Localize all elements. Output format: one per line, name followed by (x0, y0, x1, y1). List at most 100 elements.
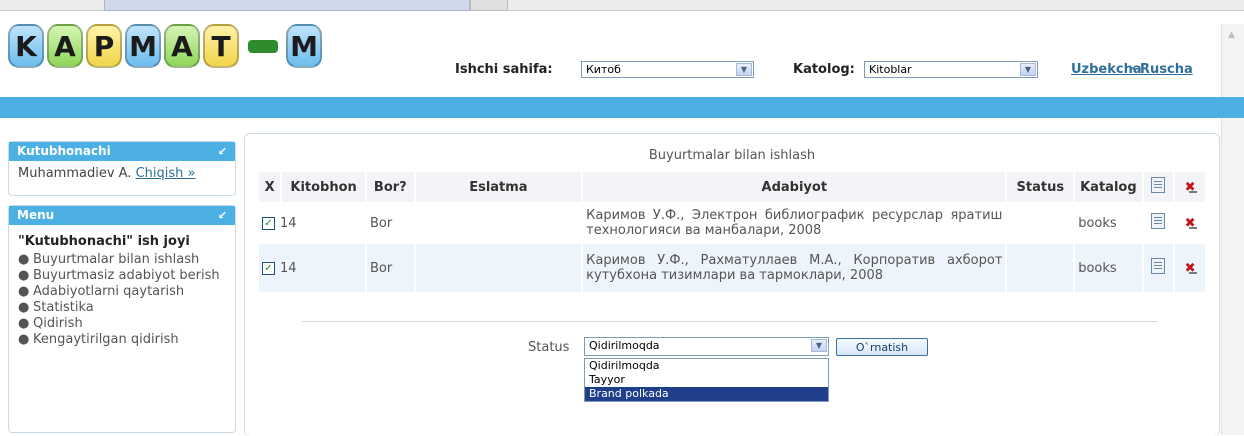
col-x: X (259, 172, 281, 202)
menu-panel-title-text: Menu (17, 208, 55, 222)
browser-tab-active[interactable] (104, 0, 470, 11)
workpage-select-value: Китоб (586, 63, 621, 76)
status-select[interactable]: Qidirilmoqda ▼ (584, 337, 829, 356)
browser-tab-strip (0, 0, 1244, 11)
menu-item-label: Buyurtmasiz adabiyot berish (33, 268, 220, 283)
menu-item-label: Statistika (33, 300, 94, 315)
logout-link[interactable]: Chiqish » (136, 166, 196, 181)
status-dropdown-list: Qidirilmoqda Tayyor Brand polkada (584, 358, 829, 402)
col-reader[interactable]: Kitobhon (282, 172, 365, 202)
collapse-arrow-icon[interactable]: ↙ (218, 206, 227, 225)
status-select-value: Qidirilmoqda (589, 339, 660, 352)
set-status-button[interactable]: O`rnatish (836, 338, 928, 356)
page-title: Buyurtmalar bilan ishlash (648, 148, 816, 163)
lang-separator: · (1131, 62, 1136, 77)
chevron-down-icon[interactable]: ▼ (1020, 63, 1036, 76)
user-panel-title-text: Kutubhonachi (17, 144, 111, 158)
bullet-icon: ● (18, 252, 30, 267)
menu-item-advanced-search[interactable]: ● Kengaytirilgan qidirish (9, 332, 235, 348)
chevron-down-icon[interactable]: ▼ (811, 339, 827, 352)
menu-heading: "Kutubhonachi" ish joyi (18, 234, 190, 249)
logo-tile: K (8, 24, 44, 68)
bullet-icon: ● (18, 316, 30, 331)
copy-icon[interactable] (1151, 213, 1166, 229)
cell-copy (1143, 244, 1174, 292)
catalog-label: Katolog: (793, 62, 855, 77)
cell-literature: Каримов У.Ф., Рахматуллаев М.А., Корпора… (583, 244, 1006, 292)
user-panel-title: Kutubhonachi ↙ (9, 142, 235, 161)
catalog-select[interactable]: Kitoblar ▼ (864, 61, 1038, 78)
cell-reader: ✓ 14 (259, 244, 365, 292)
orders-panel: Buyurtmalar bilan ishlash X Kitobhon Bor… (244, 133, 1220, 436)
cell-available: Bor (366, 244, 414, 292)
workpage-select[interactable]: Китоб ▼ (581, 61, 754, 78)
bullet-icon: ● (18, 300, 30, 315)
menu-item-statistics[interactable]: ● Statistika (9, 300, 235, 316)
catalog-select-value: Kitoblar (869, 63, 912, 76)
logo-tile: T (203, 24, 239, 68)
browser-tab-new[interactable] (470, 0, 508, 11)
delete-all-icon[interactable]: ✖ (1182, 180, 1198, 195)
delete-icon[interactable]: ✖ (1182, 261, 1198, 276)
cell-reader: ✓ 14 (259, 204, 365, 242)
copy-all-icon[interactable] (1151, 177, 1166, 193)
logo-tile: M (125, 24, 161, 68)
literature-text: Каримов У.Ф., Электрон библиографик ресу… (586, 208, 1003, 238)
menu-item-issue-without-order[interactable]: ● Buyurtmasiz adabiyot berish (9, 268, 235, 284)
chevron-down-icon[interactable]: ▼ (736, 63, 752, 76)
user-panel: Kutubhonachi ↙ Muhammadiev A. Chiqish » (8, 141, 236, 196)
user-name: Muhammadiev A. (18, 166, 132, 181)
page-scrollbar[interactable]: ▲ (1221, 24, 1244, 435)
row-checkbox[interactable]: ✓ (262, 261, 275, 275)
status-option-highlighted[interactable]: Brand polkada (585, 387, 828, 401)
col-available[interactable]: Bor? (366, 172, 414, 202)
literature-text: Каримов У.Ф., Рахматуллаев М.А., Корпора… (586, 253, 1003, 283)
cell-status (1007, 244, 1074, 292)
menu-item-label: Qidirish (33, 316, 83, 331)
logo-tile: P (86, 24, 122, 68)
cell-status (1007, 204, 1074, 242)
menu-panel-title: Menu ↙ (9, 206, 235, 225)
reader-id: 14 (280, 215, 297, 231)
col-note[interactable]: Eslatma (415, 172, 582, 202)
table-row: ✓ 14 Bor Каримов У.Ф., Рахматуллаев М.А.,… (259, 244, 1205, 292)
reader-id: 14 (280, 260, 297, 276)
cell-copy (1143, 204, 1174, 242)
cell-catalog: books (1075, 244, 1142, 292)
scroll-up-icon[interactable]: ▲ (1228, 30, 1235, 40)
menu-item-returns[interactable]: ● Adabiyotlarni qaytarish (9, 284, 235, 300)
user-info: Muhammadiev A. Chiqish » (9, 161, 235, 181)
menu-panel: Menu ↙ "Kutubhonachi" ish joyi ● Buyurtma… (8, 205, 236, 433)
col-status[interactable]: Status (1007, 172, 1074, 202)
logo-tile: A (164, 24, 200, 68)
col-delete: ✖ (1175, 172, 1205, 202)
status-label: Status (528, 340, 570, 355)
status-option[interactable]: Tayyor (585, 373, 828, 387)
logo-tile: M (286, 24, 322, 68)
row-checkbox[interactable]: ✓ (262, 216, 275, 230)
collapse-arrow-icon[interactable]: ↙ (218, 142, 227, 161)
lang-russian-link[interactable]: Ruscha (1140, 62, 1193, 77)
bullet-icon: ● (18, 284, 30, 299)
table-row: ✓ 14 Bor Каримов У.Ф., Электрон библиогра… (259, 204, 1205, 242)
col-literature[interactable]: Adabiyot (583, 172, 1006, 202)
menu-item-label: Kengaytirilgan qidirish (33, 332, 179, 347)
cell-literature: Каримов У.Ф., Электрон библиографик ресу… (583, 204, 1006, 242)
menu-item-search[interactable]: ● Qidirish (9, 316, 235, 332)
menu-item-orders[interactable]: ● Buyurtmalar bilan ishlash (9, 252, 235, 268)
menu-item-label: Adabiyotlarni qaytarish (33, 284, 185, 299)
copy-icon[interactable] (1151, 258, 1166, 274)
cell-note (415, 204, 582, 242)
col-catalog[interactable]: Katalog (1075, 172, 1142, 202)
delete-icon[interactable]: ✖ (1182, 216, 1198, 231)
divider (302, 321, 1158, 322)
cell-delete: ✖ (1175, 244, 1205, 292)
orders-table: X Kitobhon Bor? Eslatma Adabiyot Status … (257, 170, 1207, 294)
table-header-row: X Kitobhon Bor? Eslatma Adabiyot Status … (259, 172, 1205, 202)
col-copy (1143, 172, 1174, 202)
cell-catalog: books (1075, 204, 1142, 242)
workpage-label: Ishchi sahifa: (455, 62, 553, 77)
logo-dash (248, 39, 278, 53)
bullet-icon: ● (18, 268, 30, 283)
status-option[interactable]: Qidirilmoqda (585, 359, 828, 373)
